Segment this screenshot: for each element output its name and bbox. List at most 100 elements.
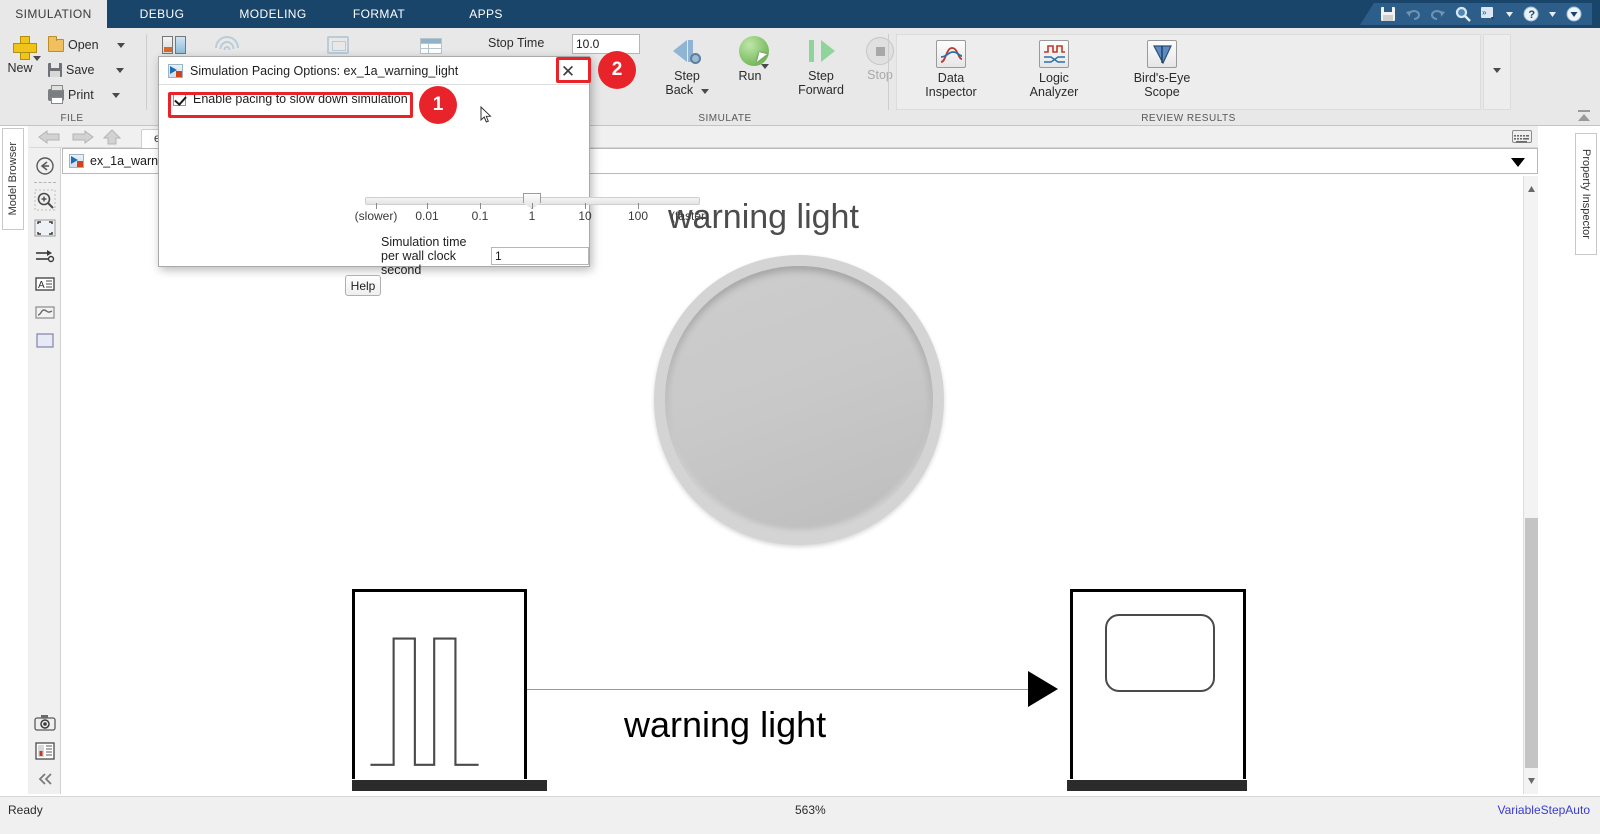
pacing-rate-input[interactable]: [491, 247, 589, 265]
tab-simulation[interactable]: SIMULATION: [0, 0, 107, 28]
search-icon[interactable]: [1455, 6, 1471, 22]
property-inspector-label: Property Inspector: [1580, 149, 1592, 239]
slider-label-10: 10: [578, 209, 592, 223]
subsystem-icon[interactable]: [33, 328, 57, 352]
nav-up-icon[interactable]: [101, 129, 123, 150]
ribbon-collapse-button[interactable]: [1574, 108, 1594, 122]
mouse-cursor: [480, 105, 492, 124]
svg-text:?: ?: [1528, 9, 1535, 21]
birds-eye-label-2: Scope: [1144, 85, 1180, 99]
slider-label-1: 1: [528, 209, 536, 223]
signal-line[interactable]: [527, 689, 1030, 690]
run-button[interactable]: Run: [726, 36, 782, 83]
logic-analyzer-button[interactable]: Logic Analyzer: [1009, 40, 1099, 99]
review-overflow-caret-icon[interactable]: [1493, 68, 1501, 73]
model-data-editor-button[interactable]: [420, 38, 442, 57]
simulation-pacing-options-dialog[interactable]: Simulation Pacing Options: ex_1a_warning…: [158, 56, 709, 296]
help-caret-icon[interactable]: [1548, 6, 1557, 22]
step-back-caret-icon[interactable]: [700, 89, 709, 94]
save-caret-icon[interactable]: [115, 67, 124, 73]
canvas-horizontal-scrollbar[interactable]: [62, 779, 1523, 794]
scroll-up-icon[interactable]: [1527, 180, 1536, 198]
open-caret-icon[interactable]: [116, 42, 125, 48]
shortcuts-caret-icon[interactable]: [1505, 6, 1514, 22]
tab-format[interactable]: FORMAT: [329, 0, 429, 28]
simulink-model-icon: [69, 154, 84, 168]
scope-viewer-icon[interactable]: [33, 300, 57, 324]
zoom-in-icon[interactable]: [33, 188, 57, 212]
table-icon: [420, 38, 442, 54]
new-button[interactable]: New: [4, 36, 44, 75]
slider-label-0-01: 0.01: [415, 209, 439, 223]
group-separator-2: [888, 34, 889, 110]
open-button[interactable]: Open: [48, 35, 125, 52]
group-label-file: FILE: [60, 113, 84, 124]
navigate-back-icon[interactable]: [33, 154, 57, 178]
pacing-rate-label: Simulation time per wall clock second: [381, 235, 467, 277]
property-inspector-tab[interactable]: Property Inspector: [1575, 133, 1597, 255]
horizontal-scroll-thumb-right[interactable]: [1067, 780, 1247, 791]
run-caret-icon[interactable]: [761, 64, 770, 83]
floppy-icon: [48, 63, 62, 77]
nav-back-icon[interactable]: [37, 129, 63, 150]
canvas-tool-strip: A: [28, 126, 61, 794]
display-lamp-block[interactable]: [654, 255, 944, 545]
report-icon[interactable]: [33, 739, 57, 763]
dialog-title-bar: Simulation Pacing Options: ex_1a_warning…: [159, 57, 589, 85]
notification-icon[interactable]: [1566, 6, 1582, 22]
ribbon-tab-bar: SIMULATION DEBUG MODELING FORMAT APPS »: [0, 0, 1600, 28]
signal-label: warning light: [624, 704, 827, 745]
redo-icon[interactable]: [1430, 6, 1446, 22]
step-forward-button[interactable]: Step Forward: [788, 36, 854, 97]
save-button[interactable]: Save: [48, 63, 124, 77]
save-icon[interactable]: [1380, 6, 1396, 22]
scroll-down-icon[interactable]: [1527, 772, 1536, 790]
help-button[interactable]: Help: [345, 275, 381, 296]
fit-to-view-icon[interactable]: [33, 216, 57, 240]
slider-label-0-1: 0.1: [471, 209, 489, 223]
ribbon-group-file: New Open Save Print FILE: [0, 28, 144, 126]
keyboard-icon[interactable]: [1512, 130, 1532, 143]
step-forward-label-1: Step: [808, 69, 834, 83]
shortcuts-icon[interactable]: »: [1480, 6, 1496, 22]
tab-apps[interactable]: APPS: [441, 0, 531, 28]
ribbon-group-review-results: Data Inspector Logic Analyzer Bird's-Eye…: [896, 28, 1511, 126]
horizontal-scroll-thumb-left[interactable]: [352, 780, 547, 791]
vertical-scroll-thumb[interactable]: [1525, 518, 1538, 768]
data-inspector-button[interactable]: Data Inspector: [906, 40, 996, 99]
group-label-simulate: SIMULATE: [698, 113, 752, 124]
annotation-icon[interactable]: A: [33, 272, 57, 296]
logic-analyzer-label-2: Analyzer: [1029, 85, 1079, 99]
frame-icon: [327, 36, 349, 54]
print-button[interactable]: Print: [48, 85, 120, 104]
new-caret-icon[interactable]: [32, 56, 41, 75]
birds-eye-label-1: Bird's-Eye: [1133, 71, 1191, 85]
undo-icon[interactable]: [1405, 6, 1421, 22]
step-back-button[interactable]: Step Back: [656, 36, 718, 97]
pulse-generator-block[interactable]: [352, 589, 527, 794]
birds-eye-scope-button[interactable]: Bird's-Eye Scope: [1112, 40, 1212, 99]
slider-label-faster: (faster): [670, 209, 710, 223]
camera-icon[interactable]: [33, 711, 57, 735]
canvas-vertical-scrollbar[interactable]: [1523, 176, 1538, 794]
path-dropdown-caret-icon[interactable]: [1511, 158, 1525, 167]
model-browser-tab[interactable]: Model Browser: [2, 128, 24, 230]
nav-forward-icon[interactable]: [69, 129, 95, 150]
tab-modeling[interactable]: MODELING: [217, 0, 329, 28]
run-label: Run: [738, 69, 762, 83]
annotation-badge-2: 2: [598, 51, 636, 89]
stop-time-label: Stop Time: [488, 36, 545, 50]
collapse-icon[interactable]: [33, 767, 57, 791]
print-caret-icon[interactable]: [111, 92, 120, 98]
signal-routing-icon[interactable]: [33, 244, 57, 268]
group-separator: [146, 34, 147, 110]
toolstrip-divider: [34, 182, 56, 183]
lamp-sink-block[interactable]: [1070, 589, 1246, 794]
stop-time-input[interactable]: [572, 34, 640, 54]
model-settings-button[interactable]: [327, 36, 349, 57]
help-icon[interactable]: ?: [1523, 6, 1539, 22]
status-solver-label[interactable]: VariableStepAuto: [1497, 803, 1590, 817]
data-inspector-label-2: Inspector: [925, 85, 977, 99]
model-canvas[interactable]: warning light warning light: [62, 176, 1523, 794]
tab-debug[interactable]: DEBUG: [107, 0, 217, 28]
